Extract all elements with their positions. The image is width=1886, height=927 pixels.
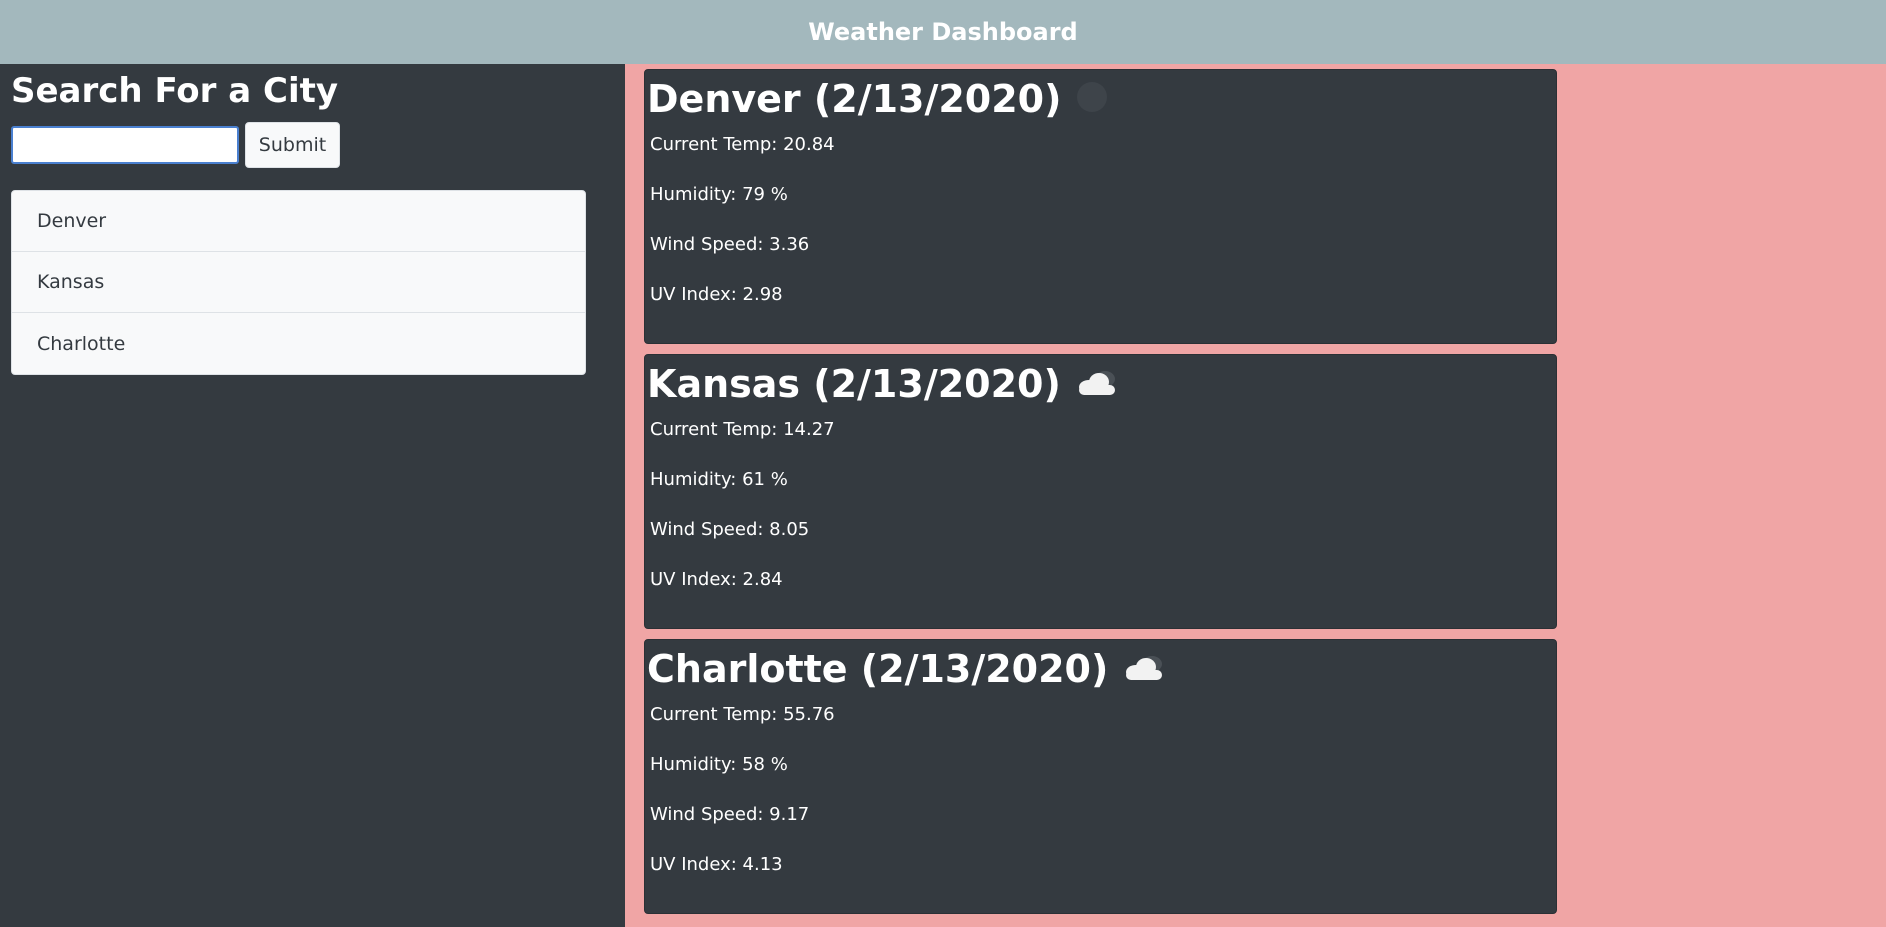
card-details: Current Temp: 55.76 Humidity: 58 % Wind … bbox=[647, 704, 1554, 904]
moon-icon bbox=[1075, 72, 1109, 126]
current-temp: Current Temp: 55.76 bbox=[650, 704, 835, 725]
card-title: Denver (2/13/2020) bbox=[647, 77, 1062, 121]
search-heading: Search For a City bbox=[11, 71, 339, 111]
city-list-item-kansas[interactable]: Kansas bbox=[12, 252, 585, 313]
wind-speed: Wind Speed: 9.17 bbox=[650, 804, 810, 825]
page-title: Weather Dashboard bbox=[808, 18, 1078, 46]
card-heading: Kansas (2/13/2020) bbox=[647, 357, 1554, 411]
cloud-icon bbox=[1075, 357, 1119, 411]
uv-index: UV Index: 4.13 bbox=[650, 854, 783, 875]
sidebar: Search For a City Submit Denver Kansas C… bbox=[0, 64, 625, 927]
card-heading: Charlotte (2/13/2020) bbox=[647, 642, 1554, 696]
uv-index: UV Index: 2.84 bbox=[650, 569, 783, 590]
card-details: Current Temp: 14.27 Humidity: 61 % Wind … bbox=[647, 419, 1554, 619]
card-title: Charlotte (2/13/2020) bbox=[647, 647, 1109, 691]
search-row: Submit bbox=[11, 122, 614, 168]
wind-speed: Wind Speed: 3.36 bbox=[650, 234, 810, 255]
humidity: Humidity: 58 % bbox=[650, 754, 788, 775]
wind-speed: Wind Speed: 8.05 bbox=[650, 519, 810, 540]
current-temp: Current Temp: 20.84 bbox=[650, 134, 835, 155]
app-header: Weather Dashboard bbox=[0, 0, 1886, 64]
weather-card-charlotte: Charlotte (2/13/2020) Current Temp: 55.7… bbox=[644, 639, 1557, 914]
submit-button[interactable]: Submit bbox=[245, 122, 340, 168]
city-list-item-charlotte[interactable]: Charlotte bbox=[12, 313, 585, 374]
weather-card-kansas: Kansas (2/13/2020) Current Temp: 14.27 H… bbox=[644, 354, 1557, 629]
card-title: Kansas (2/13/2020) bbox=[647, 362, 1061, 406]
weather-cards: Denver (2/13/2020) Current Temp: 20.84 H… bbox=[644, 69, 1557, 924]
humidity: Humidity: 79 % bbox=[650, 184, 788, 205]
city-history-list: Denver Kansas Charlotte bbox=[11, 190, 586, 375]
card-details: Current Temp: 20.84 Humidity: 79 % Wind … bbox=[647, 134, 1554, 334]
weather-card-denver: Denver (2/13/2020) Current Temp: 20.84 H… bbox=[644, 69, 1557, 344]
cloud-icon bbox=[1122, 642, 1166, 696]
card-heading: Denver (2/13/2020) bbox=[647, 72, 1554, 126]
humidity: Humidity: 61 % bbox=[650, 469, 788, 490]
city-list-item-denver[interactable]: Denver bbox=[12, 191, 585, 252]
city-search-input[interactable] bbox=[11, 126, 239, 164]
current-temp: Current Temp: 14.27 bbox=[650, 419, 835, 440]
uv-index: UV Index: 2.98 bbox=[650, 284, 783, 305]
